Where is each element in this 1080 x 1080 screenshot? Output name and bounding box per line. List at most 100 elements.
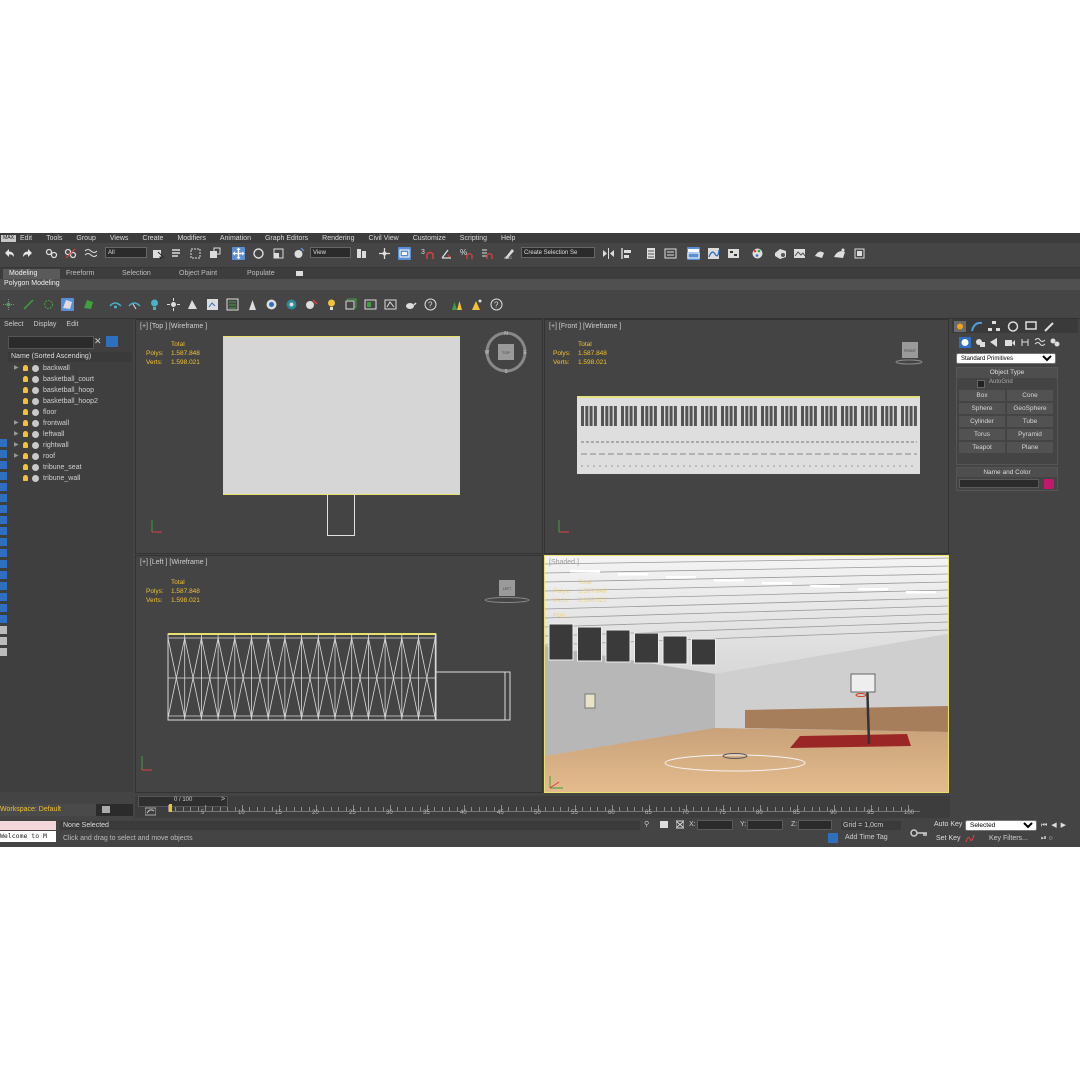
visibility-icon[interactable] [32,398,39,405]
visibility-icon[interactable] [32,464,39,471]
motion-tab-icon[interactable] [1007,321,1019,332]
render-production-icon[interactable] [813,247,826,260]
explorer-filter-icon[interactable] [0,571,7,579]
viewport-front[interactable]: [+] [Front ] [Wireframe ] Total Polys: 1.… [544,319,949,554]
relax-icon[interactable] [285,298,298,311]
box-icon[interactable] [344,298,357,311]
visibility-icon[interactable] [32,453,39,460]
select-rotate-icon[interactable] [252,247,265,260]
mirror-icon[interactable] [602,247,615,260]
mini-curve-editor-icon[interactable] [144,807,157,816]
tube-button[interactable]: Tube [1007,416,1053,427]
workspace-dropdown[interactable]: Workspace: Default [0,804,96,816]
unlink-icon[interactable] [64,247,77,260]
explorer-filter-icon[interactable] [0,472,7,480]
visibility-icon[interactable] [32,442,39,449]
menu-views[interactable]: Views [110,235,129,242]
schematic-view-icon[interactable] [727,247,740,260]
explorer-filter-icon[interactable] [0,538,7,546]
expand-arrow-icon[interactable]: ▶ [14,363,19,374]
light-bulb-icon[interactable] [23,387,28,393]
polygon-modeling-label[interactable]: Polygon Modeling [4,280,60,287]
cameras-icon[interactable] [1004,337,1016,348]
expand-arrow-icon[interactable]: ▶ [14,440,19,451]
visibility-icon[interactable] [32,365,39,372]
angle-snap-icon[interactable] [440,247,453,260]
viewcube-front[interactable]: FRONT [895,340,923,366]
isolate-selection-icon[interactable] [660,820,668,829]
explorer-options-icon[interactable] [106,336,118,347]
set-key-button[interactable]: Set Key [936,835,961,842]
menu-civil-view[interactable]: Civil View [368,235,398,242]
populate-icon[interactable] [450,298,463,311]
explorer-filter-icon[interactable] [0,593,7,601]
menu-edit[interactable]: Edit [20,235,32,242]
explorer-item-tribune-wall[interactable]: tribune_wall [8,473,132,484]
name-color-title[interactable]: Name and Color [957,468,1057,477]
explorer-filter-icon[interactable] [0,439,7,447]
visibility-icon[interactable] [32,376,39,383]
box-button[interactable]: Box [959,390,1005,401]
menu-tools[interactable]: Tools [46,235,62,242]
viewcube-compass[interactable]: TOP N S E W [484,330,528,375]
redo-icon[interactable] [21,247,34,260]
curve-editor-icon[interactable] [707,247,720,260]
visibility-icon[interactable] [32,431,39,438]
menu-create[interactable]: Create [142,235,163,242]
explorer-column-header[interactable]: Name (Sorted Ascending) [8,352,132,362]
maxscript-listener-output[interactable]: Welcome to M [0,831,56,842]
border-icon[interactable] [42,298,55,311]
space-warps-icon[interactable] [1034,337,1046,348]
autogrid-checkbox[interactable] [977,380,985,388]
expand-arrow-icon[interactable]: ▶ [14,418,19,429]
explorer-filter-icon[interactable] [0,549,7,557]
menu-help[interactable]: Help [501,235,515,242]
display-tab-icon[interactable] [1025,321,1037,332]
light-icon[interactable] [325,298,338,311]
material-editor-icon[interactable] [751,247,764,260]
shift-icon[interactable] [265,298,278,311]
viewport-persp-label[interactable]: [Shaded ] [549,559,579,566]
clear-search-icon[interactable]: ✕ [94,337,102,346]
expand-arrow-icon[interactable]: ▶ [14,451,19,462]
utilities-tab-icon[interactable] [1043,321,1055,332]
explorer-filter-icon[interactable] [0,450,7,458]
menu-customize[interactable]: Customize [413,235,446,242]
object-type-title[interactable]: Object Type [957,368,1057,378]
light-bulb-icon[interactable] [23,442,28,448]
viewport-perspective[interactable]: [Shaded ] Total Polys: 1.587.848 Verts: 1.… [544,555,949,793]
explorer-item-basketball-court[interactable]: basketball_court [8,374,132,385]
pyramid-button[interactable]: Pyramid [1007,429,1053,440]
help-icon-2[interactable]: ? [490,298,503,311]
explorer-filter-icon[interactable] [0,527,7,535]
polygon-icon[interactable] [61,298,74,311]
element-icon[interactable] [82,298,95,311]
render-setup-icon[interactable] [774,247,787,260]
percent-snap-icon[interactable]: % [460,247,473,260]
select-move-icon[interactable] [232,247,245,260]
explorer-filter-icon[interactable] [0,461,7,469]
visibility-icon[interactable] [32,387,39,394]
tab-object-paint[interactable]: Object Paint [173,269,223,279]
explorer-search-input[interactable] [8,336,94,349]
explorer-item-roof[interactable]: ▶ roof [8,451,132,462]
explorer-filter-icon[interactable] [0,560,7,568]
modify-tab-icon[interactable] [971,321,983,332]
viewport-top-label[interactable]: [+] [Top ] [Wireframe ] [140,323,207,330]
left-view-wall-wireframe[interactable] [167,628,512,722]
object-color-swatch[interactable] [1044,479,1054,489]
explorer-item-rightwall[interactable]: ▶ rightwall [8,440,132,451]
add-time-tag-label[interactable]: Add Time Tag [845,834,888,841]
reference-coord-dropdown[interactable]: View [310,247,351,258]
edit-named-selection-icon[interactable]: ABC [503,247,516,260]
auto-key-button[interactable]: Auto Key [934,821,962,828]
cone-button[interactable]: Cone [1007,390,1053,401]
y-coord-field[interactable] [747,820,783,830]
explorer-filter-icon[interactable] [0,494,7,502]
key-mode-dropdown[interactable]: Selected [965,820,1037,831]
snaps-toggle-icon[interactable]: 3 [421,247,434,260]
cylinder-button[interactable]: Cylinder [959,416,1005,427]
undo-icon[interactable] [3,247,16,260]
x-coord-field[interactable] [697,820,733,830]
freeze-icon[interactable] [384,298,397,311]
